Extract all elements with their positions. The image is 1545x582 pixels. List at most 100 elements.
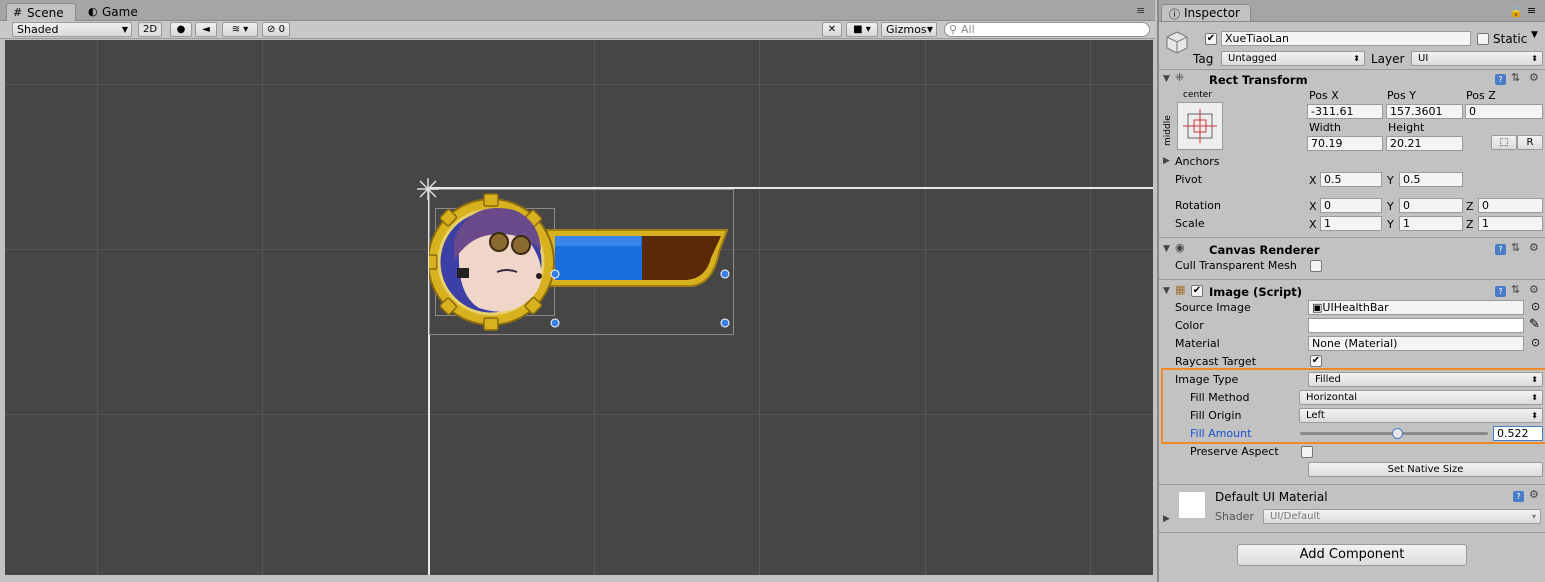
- tab-scene[interactable]: # Scene: [6, 3, 76, 21]
- raw-edit-button[interactable]: R: [1517, 135, 1543, 150]
- help-icon[interactable]: ?: [1495, 244, 1506, 255]
- help-icon[interactable]: ?: [1513, 491, 1524, 502]
- avatar-badge: [429, 193, 555, 331]
- pivot-y-value: 0.5: [1403, 173, 1421, 186]
- layer-dropdown[interactable]: UI ⬍: [1411, 51, 1543, 66]
- anchors-foldout-icon[interactable]: ▶: [1163, 156, 1170, 166]
- rot-z-field[interactable]: 0: [1478, 198, 1543, 213]
- add-component-button[interactable]: Add Component: [1237, 544, 1467, 566]
- scale-x-value: 1: [1324, 217, 1331, 230]
- dropdown-arrow-icon: ▼: [121, 25, 128, 34]
- pos-x-value: -311.61: [1311, 105, 1354, 118]
- object-active-checkbox[interactable]: ✔: [1205, 33, 1217, 45]
- material-title: Default UI Material: [1215, 490, 1328, 504]
- scale-x-field[interactable]: 1: [1320, 216, 1382, 231]
- source-image-field[interactable]: ▣UIHealthBar: [1308, 300, 1524, 315]
- gear-icon[interactable]: ⚙: [1529, 71, 1539, 84]
- layers-icon: ≋ ▾: [231, 24, 249, 35]
- gear-icon[interactable]: ⚙: [1529, 283, 1539, 296]
- dropdown-arrow-icon: ⬍: [1353, 54, 1360, 63]
- anchor-preset-icon: [1183, 109, 1217, 143]
- preset-icon[interactable]: ⇅: [1511, 241, 1520, 254]
- mode-2d-label: 2D: [142, 24, 158, 35]
- fill-origin-dropdown[interactable]: Left ⬍: [1299, 408, 1543, 423]
- material-label: Material: [1175, 337, 1220, 350]
- health-bar-sprite[interactable]: [429, 190, 739, 336]
- pivot-y-field[interactable]: 0.5: [1399, 172, 1463, 187]
- audio-toggle[interactable]: ◄: [195, 22, 217, 37]
- foldout-arrow-icon[interactable]: ▼: [1163, 74, 1170, 84]
- pos-z-field[interactable]: 0: [1465, 104, 1543, 119]
- preserve-aspect-checkbox[interactable]: [1301, 446, 1313, 458]
- panel-menu-icon[interactable]: ≡: [1527, 4, 1536, 17]
- width-field[interactable]: 70.19: [1307, 136, 1383, 151]
- pos-y-field[interactable]: 157.3601: [1386, 104, 1463, 119]
- preset-icon[interactable]: ⇅: [1511, 71, 1520, 84]
- scale-z-field[interactable]: 1: [1478, 216, 1543, 231]
- image-type-dropdown[interactable]: Filled ⬍: [1308, 372, 1543, 387]
- preset-icon[interactable]: ⇅: [1511, 283, 1520, 296]
- gear-icon[interactable]: ⚙: [1529, 488, 1539, 501]
- dropdown-arrow-icon: ⬍: [1531, 411, 1538, 420]
- shading-dropdown[interactable]: Shaded ▼: [12, 22, 132, 37]
- scale-y-field[interactable]: 1: [1399, 216, 1463, 231]
- tab-inspector[interactable]: ⓘ Inspector: [1161, 4, 1251, 21]
- fill-amount-field[interactable]: 0.522: [1493, 426, 1543, 441]
- lock-icon[interactable]: 🔒: [1509, 5, 1523, 18]
- dropdown-arrow-icon: ▾: [1531, 512, 1536, 521]
- hidden-objects-toggle[interactable]: ⊘ 0: [262, 22, 290, 37]
- help-icon[interactable]: ?: [1495, 74, 1506, 85]
- pos-x-field[interactable]: -311.61: [1307, 104, 1383, 119]
- tag-dropdown[interactable]: Untagged ⬍: [1221, 51, 1365, 66]
- blueprint-mode-button[interactable]: ⬚: [1491, 135, 1517, 150]
- foldout-arrow-icon[interactable]: ▶: [1163, 514, 1170, 524]
- fill-method-dropdown[interactable]: Horizontal ⬍: [1299, 390, 1543, 405]
- gear-icon[interactable]: ⚙: [1529, 241, 1539, 254]
- object-name-field[interactable]: XueTiaoLan: [1221, 31, 1471, 46]
- foldout-arrow-icon[interactable]: ▼: [1163, 244, 1170, 254]
- object-name-value: XueTiaoLan: [1225, 32, 1290, 45]
- lighting-toggle[interactable]: ●: [170, 22, 192, 37]
- set-native-size-button[interactable]: Set Native Size: [1308, 462, 1543, 477]
- shader-label: Shader: [1215, 510, 1254, 523]
- help-icon[interactable]: ?: [1495, 286, 1506, 297]
- raycast-target-checkbox[interactable]: ✔: [1310, 355, 1322, 367]
- rot-y-axis-label: Y: [1387, 200, 1394, 213]
- tag-value: Untagged: [1228, 53, 1277, 64]
- height-field[interactable]: 20.21: [1386, 136, 1463, 151]
- rot-x-field[interactable]: 0: [1320, 198, 1382, 213]
- tab-menu-icon[interactable]: ≡: [1136, 4, 1145, 17]
- image-enabled-checkbox[interactable]: ✔: [1191, 285, 1203, 297]
- rot-y-value: 0: [1403, 199, 1410, 212]
- eyedropper-icon[interactable]: ✎: [1529, 317, 1540, 332]
- camera-dropdown[interactable]: ■ ▾: [846, 22, 878, 37]
- color-field[interactable]: [1308, 318, 1524, 333]
- pivot-x-value: 0.5: [1324, 173, 1342, 186]
- anchors-label[interactable]: Anchors: [1175, 155, 1220, 168]
- scene-search-input[interactable]: ⚲ All: [944, 22, 1150, 37]
- object-picker-icon[interactable]: ⊙: [1531, 336, 1540, 349]
- anchor-preset-button[interactable]: [1177, 102, 1223, 150]
- material-field[interactable]: None (Material): [1308, 336, 1524, 351]
- image-type-value: Filled: [1315, 374, 1341, 385]
- scene-viewport[interactable]: [5, 40, 1153, 575]
- fill-amount-slider[interactable]: [1300, 428, 1488, 439]
- static-checkbox[interactable]: [1477, 33, 1489, 45]
- foldout-arrow-icon[interactable]: ▼: [1163, 286, 1170, 296]
- object-picker-icon[interactable]: ⊙: [1531, 300, 1540, 313]
- grid-line: [97, 40, 98, 575]
- mode-2d-button[interactable]: 2D: [138, 22, 162, 37]
- shader-dropdown[interactable]: UI/Default ▾: [1263, 509, 1541, 524]
- gizmos-dropdown[interactable]: Gizmos ▼: [881, 22, 937, 37]
- effects-dropdown[interactable]: ≋ ▾: [222, 22, 258, 37]
- static-dropdown-icon[interactable]: ▼: [1531, 30, 1538, 40]
- grid-line: [925, 40, 926, 575]
- rot-y-field[interactable]: 0: [1399, 198, 1463, 213]
- tab-game[interactable]: ◐ Game: [82, 3, 146, 21]
- tools-button[interactable]: ✕: [822, 22, 842, 37]
- scale-x-axis-label: X: [1309, 218, 1317, 231]
- cull-transparent-checkbox[interactable]: [1310, 260, 1322, 272]
- pivot-x-field[interactable]: 0.5: [1320, 172, 1382, 187]
- cull-transparent-label: Cull Transparent Mesh: [1175, 259, 1297, 272]
- slider-thumb[interactable]: [1392, 428, 1403, 439]
